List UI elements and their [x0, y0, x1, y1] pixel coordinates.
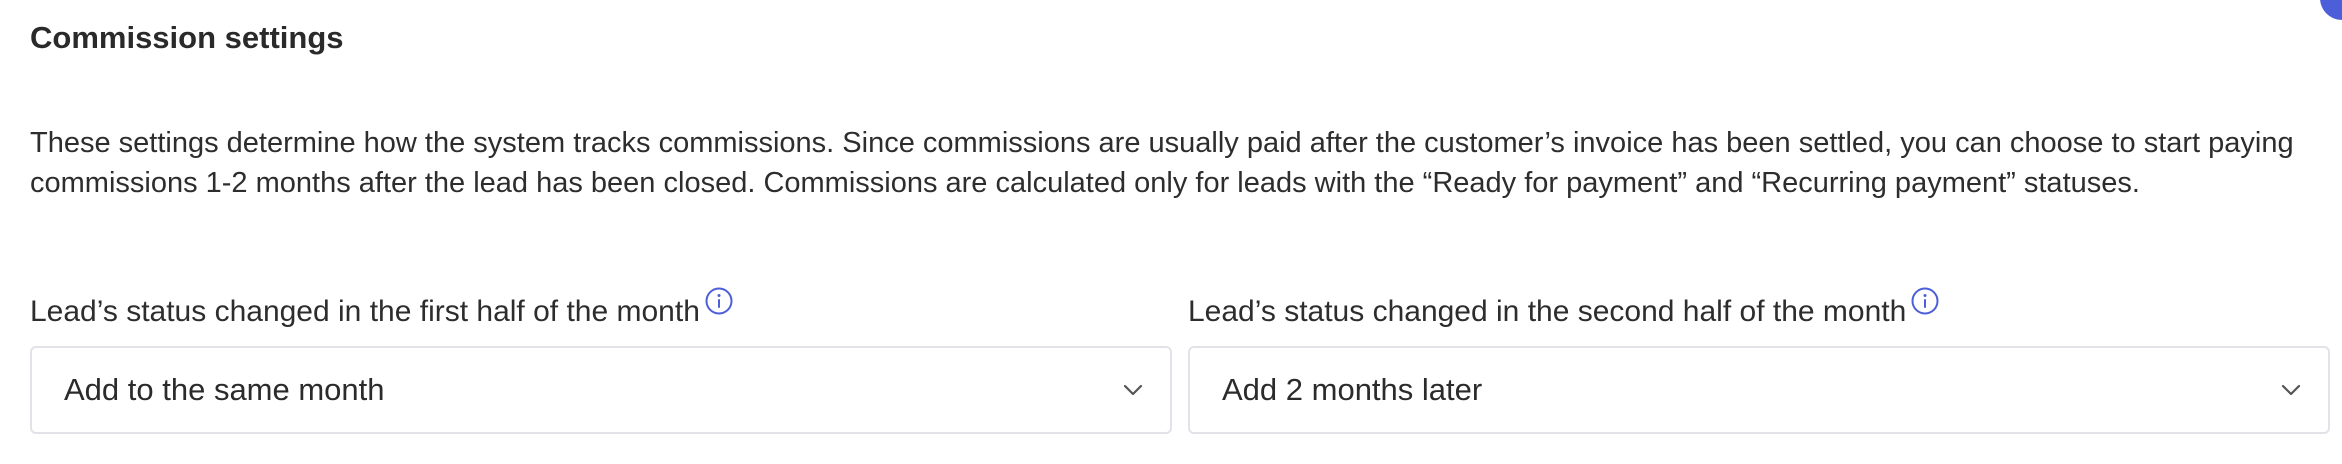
first-half-select[interactable]: Add to the same month	[30, 346, 1172, 434]
second-half-field: Lead’s status changed in the second half…	[1188, 286, 2330, 434]
chevron-down-icon	[2278, 377, 2304, 403]
info-icon[interactable]	[704, 286, 734, 316]
floating-action-button[interactable]	[2320, 0, 2342, 20]
second-half-label: Lead’s status changed in the second half…	[1188, 295, 1907, 328]
first-half-label: Lead’s status changed in the first half …	[30, 295, 700, 328]
section-description: These settings determine how the system …	[30, 127, 2294, 199]
first-half-selected-value: Add to the same month	[64, 372, 385, 407]
second-half-label-row: Lead’s status changed in the second half…	[1188, 286, 2330, 338]
section-title: Commission settings	[30, 20, 344, 55]
first-half-label-row: Lead’s status changed in the first half …	[30, 286, 1172, 338]
chevron-down-icon	[1120, 377, 1146, 403]
info-icon[interactable]	[1910, 286, 1940, 316]
first-half-field: Lead’s status changed in the first half …	[30, 286, 1172, 434]
second-half-select[interactable]: Add 2 months later	[1188, 346, 2330, 434]
second-half-selected-value: Add 2 months later	[1222, 372, 1483, 407]
